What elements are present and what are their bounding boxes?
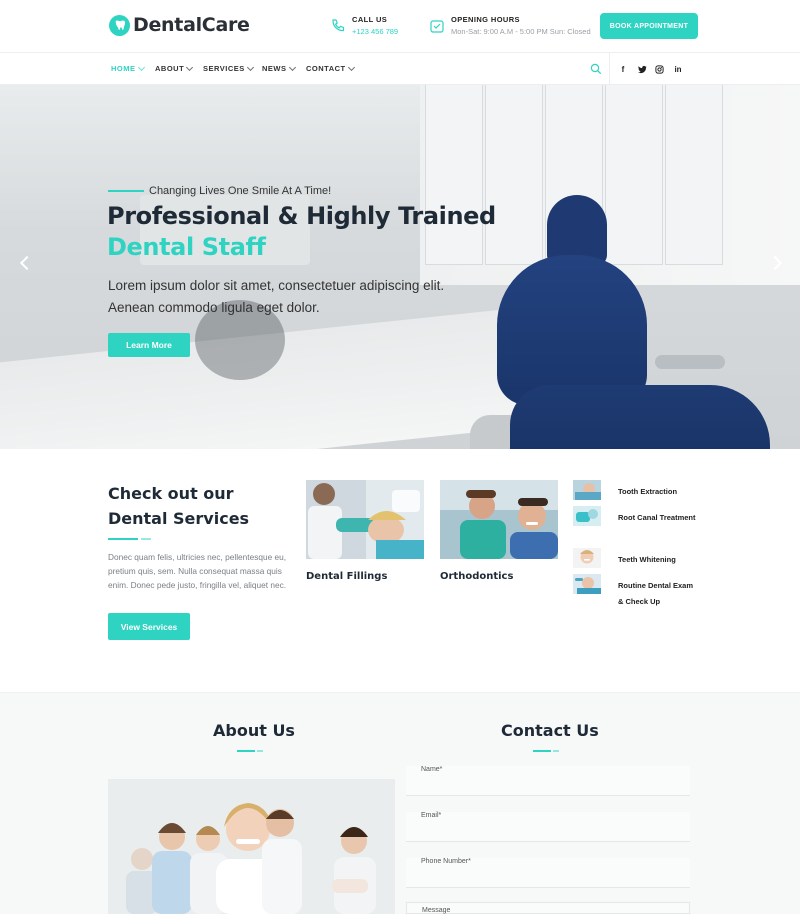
top-header: DentalCare CALL US +123 456 789 OPENING …	[0, 0, 800, 52]
hero-bg-cabinet	[485, 85, 543, 265]
call-info: CALL US +123 456 789	[330, 15, 398, 36]
chevron-down-icon	[186, 63, 194, 71]
title-underline	[533, 750, 551, 752]
service-list-label: Root Canal Treatment	[618, 513, 696, 522]
service-list-item[interactable]: Root Canal Treatment	[573, 506, 696, 526]
service-thumb	[573, 506, 601, 526]
nav-label: HOME	[111, 64, 136, 73]
service-photo	[440, 480, 558, 559]
twitter-icon[interactable]	[637, 65, 647, 76]
hero-paragraph: Lorem ipsum dolor sit amet, consectetuer…	[108, 278, 445, 315]
services-description: Donec quam felis, ultricies nec, pellent…	[108, 552, 287, 590]
hero-bg-cabinet	[425, 85, 483, 265]
service-card-fillings[interactable]: Dental Fillings	[306, 480, 424, 582]
message-field[interactable]: Message	[406, 902, 690, 914]
learn-more-button[interactable]: Learn More	[108, 333, 190, 357]
hero-bg-cabinet	[605, 85, 663, 265]
field-label: Name*	[421, 766, 443, 773]
nav-item-news[interactable]: NEWS	[262, 63, 296, 73]
nav-item-services[interactable]: SERVICES	[203, 63, 254, 73]
chevron-down-icon	[246, 63, 254, 71]
service-thumb	[573, 480, 601, 500]
service-list-label: Routine Dental Exam & Check Up	[618, 581, 694, 606]
hero-tagline: Changing Lives One Smile At A Time!	[108, 185, 331, 197]
linkedin-icon[interactable]: in	[673, 65, 683, 74]
hero-title: Professional & Highly Trained	[107, 202, 496, 230]
service-card-label: Orthodontics	[440, 571, 514, 582]
service-thumb	[573, 574, 601, 594]
contact-title: Contact Us	[501, 721, 599, 740]
service-list-label: Teeth Whitening	[618, 555, 676, 564]
service-card-orthodontics[interactable]: Orthodontics	[440, 480, 558, 582]
nav-item-contact[interactable]: CONTACT	[306, 63, 355, 73]
phone-icon	[332, 19, 345, 32]
chair-seat	[510, 385, 770, 449]
chevron-down-icon	[137, 63, 145, 71]
brand-name: DentalCare	[133, 14, 250, 36]
nav-item-home[interactable]: HOME	[111, 63, 145, 73]
nav-label: SERVICES	[203, 64, 245, 73]
chevron-down-icon	[288, 63, 296, 71]
hero-slider	[0, 85, 800, 449]
hours-value: Mon-Sat: 9:00 A.M - 5:00 PM Sun: Closed	[451, 27, 591, 36]
tagline-text: Changing Lives One Smile At A Time!	[149, 185, 332, 197]
phone-field[interactable]: Phone Number*	[406, 858, 690, 888]
name-field[interactable]: Name*	[406, 766, 690, 796]
field-label: Phone Number*	[421, 858, 471, 865]
service-list-label: Tooth Extraction	[618, 487, 678, 496]
field-label: Email*	[421, 812, 442, 819]
clock-icon	[430, 20, 444, 33]
book-appointment-button[interactable]: BOOK APPOINTMENT	[600, 13, 698, 39]
hours-title: OPENING HOURS	[451, 15, 520, 24]
tooth-icon	[109, 14, 130, 36]
instagram-icon[interactable]	[654, 65, 664, 76]
search-icon[interactable]	[590, 63, 602, 75]
about-title: About Us	[213, 721, 295, 740]
logo[interactable]: DentalCare	[109, 14, 250, 36]
facebook-icon[interactable]: f	[618, 65, 628, 74]
main-nav: HOME ABOUT SERVICES NEWS CONTACT f in	[0, 52, 800, 86]
hero-title-accent: Dental Staff	[107, 233, 266, 261]
call-title: CALL US	[352, 15, 388, 24]
chair-arm	[655, 355, 725, 369]
service-photo	[306, 480, 424, 559]
chevron-down-icon	[347, 63, 355, 71]
title-underline	[108, 538, 138, 540]
hero-bg-cabinet	[665, 85, 723, 265]
service-card-label: Dental Fillings	[306, 571, 388, 582]
title-underline	[237, 750, 255, 752]
services-title: Check out our Dental Services	[108, 484, 250, 528]
hours-info: OPENING HOURS Mon-Sat: 9:00 A.M - 5:00 P…	[429, 15, 591, 36]
nav-label: NEWS	[262, 64, 287, 73]
title-underline	[141, 538, 151, 540]
nav-label: ABOUT	[155, 64, 185, 73]
service-list-item[interactable]: Tooth Extraction	[573, 480, 677, 500]
service-list-item[interactable]: Teeth Whitening	[573, 548, 676, 568]
nav-item-about[interactable]: ABOUT	[155, 63, 194, 73]
service-thumb	[573, 548, 601, 568]
field-label: Message	[422, 907, 451, 914]
tagline-bar	[108, 190, 144, 192]
chair-back	[497, 255, 647, 405]
nav-divider	[609, 53, 610, 86]
title-underline	[553, 750, 559, 752]
nav-label: CONTACT	[306, 64, 346, 73]
call-number[interactable]: +123 456 789	[352, 27, 398, 36]
email-field[interactable]: Email*	[406, 812, 690, 842]
title-underline	[257, 750, 263, 752]
view-services-button[interactable]: View Services	[108, 613, 190, 640]
about-team-photo	[108, 779, 395, 914]
service-list-item[interactable]: Routine Dental Exam & Check Up	[573, 574, 693, 606]
